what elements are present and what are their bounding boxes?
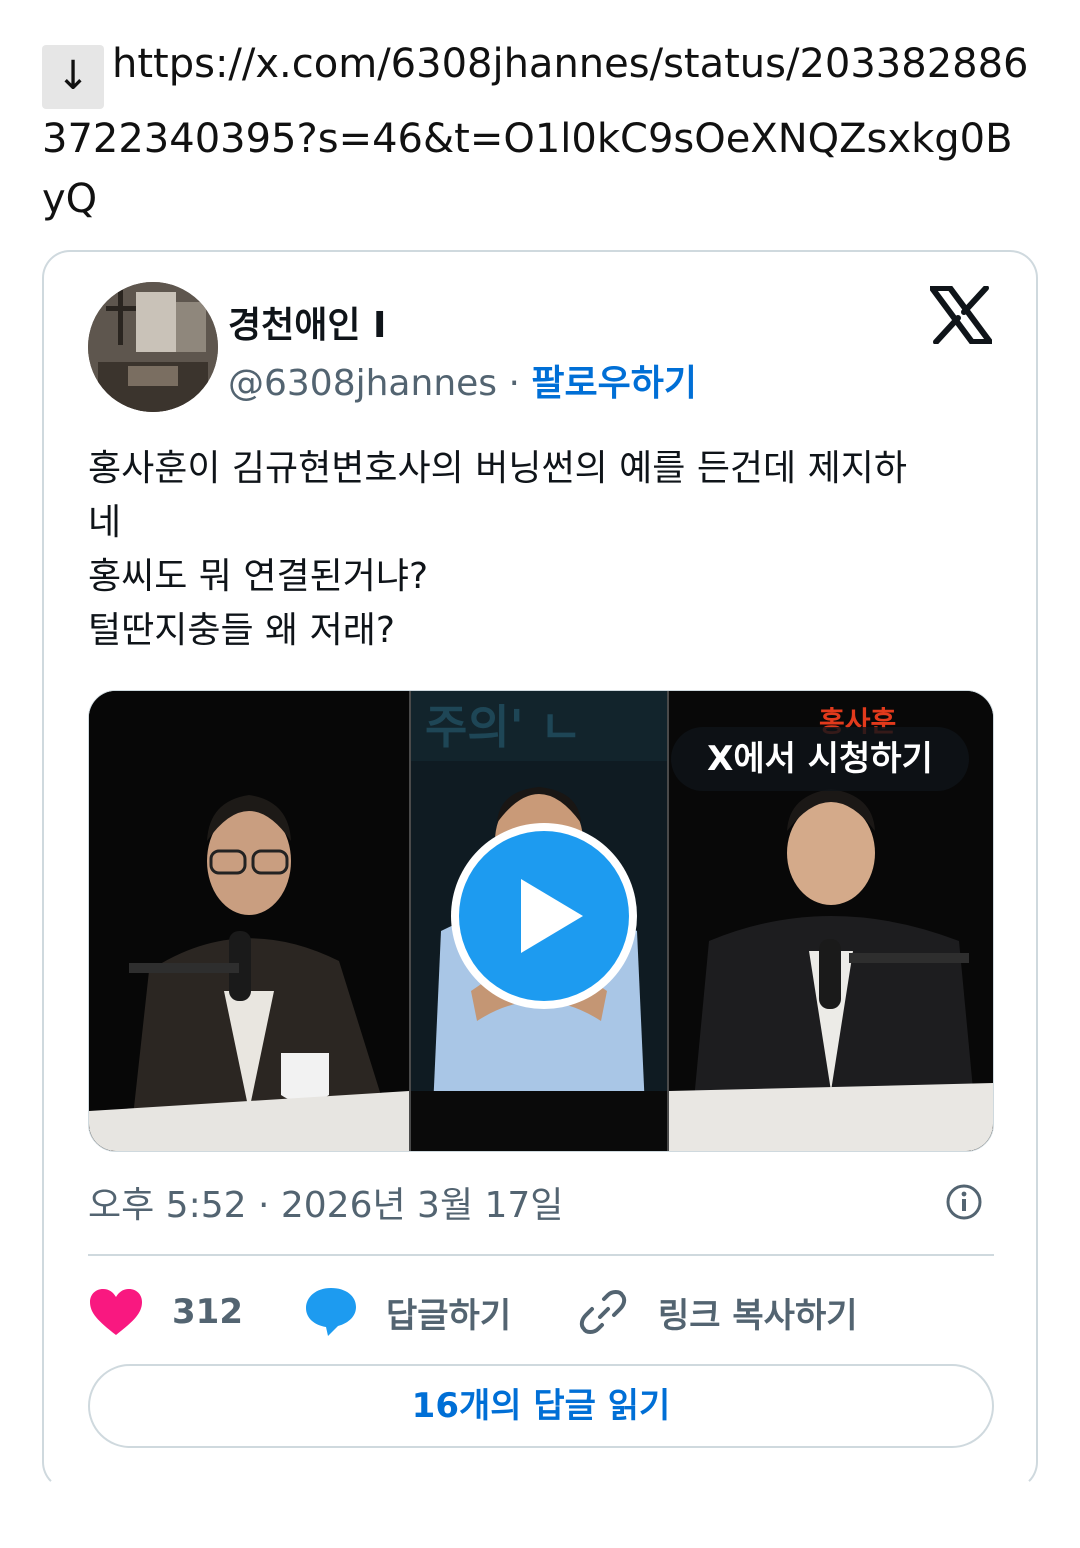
avatar[interactable] xyxy=(88,282,218,412)
tweet-text: 홍사훈이 김규현변호사의 버닝썬의 예를 든건데 제지하 네 홍씨도 뭐 연결된… xyxy=(88,442,988,658)
info-icon[interactable] xyxy=(944,1182,984,1222)
follow-button[interactable]: 팔로우하기 xyxy=(531,363,697,404)
video-panel-left xyxy=(89,691,409,1151)
separator-dot: · xyxy=(508,363,520,404)
like-count: 312 xyxy=(172,1292,243,1332)
svg-text:주의' ㄴ: 주의' ㄴ xyxy=(425,700,582,754)
reply-button[interactable]: 답글하기 xyxy=(304,1282,511,1342)
play-button[interactable] xyxy=(451,823,637,1009)
video-player[interactable]: 주의' ㄴ 홍사훈 X에서 시청하기 xyxy=(88,690,994,1152)
shared-url[interactable]: ↓ https://x.com/6308jhannes/status/203382… xyxy=(42,34,1032,229)
x-logo-icon[interactable] xyxy=(930,286,992,344)
heart-icon xyxy=(90,1289,142,1335)
down-arrow-icon: ↓ xyxy=(42,45,104,109)
watch-on-x-button[interactable]: X에서 시청하기 xyxy=(671,727,969,791)
copy-link-label: 링크 복사하기 xyxy=(658,1295,858,1336)
tweet-line: 홍사훈이 김규현변호사의 버닝썬의 예를 든건데 제지하 xyxy=(88,448,907,489)
reply-bubble-icon xyxy=(306,1288,356,1336)
tweet-line: 털딴지충들 왜 저래? xyxy=(88,610,395,651)
link-icon xyxy=(579,1290,627,1334)
tweet-embed-card[interactable]: 경천애인 I @6308jhannes · 팔로우하기 홍사훈이 김규현변호사의… xyxy=(42,250,1038,1490)
divider xyxy=(88,1254,994,1256)
copy-link-button[interactable]: 링크 복사하기 xyxy=(578,1282,858,1342)
like-button[interactable]: 312 xyxy=(88,1282,243,1342)
handle-row: @6308jhannes · 팔로우하기 xyxy=(228,354,697,406)
read-replies-button[interactable]: 16개의 답글 읽기 xyxy=(88,1364,994,1448)
timestamp[interactable]: 오후 5:52 · 2026년 3월 17일 xyxy=(88,1176,563,1228)
tweet-line: 홍씨도 뭐 연결된거냐? xyxy=(88,556,429,597)
tweet-actions: 312 답글하기 링크 복사하기 xyxy=(88,1282,994,1342)
play-icon xyxy=(459,831,629,1001)
handle[interactable]: @6308jhannes xyxy=(228,363,497,404)
display-name[interactable]: 경천애인 I xyxy=(228,296,386,348)
tweet-line: 네 xyxy=(88,502,122,543)
url-text[interactable]: https://x.com/6308jhannes/status/2033828… xyxy=(42,41,1029,222)
reply-label: 답글하기 xyxy=(386,1295,512,1336)
